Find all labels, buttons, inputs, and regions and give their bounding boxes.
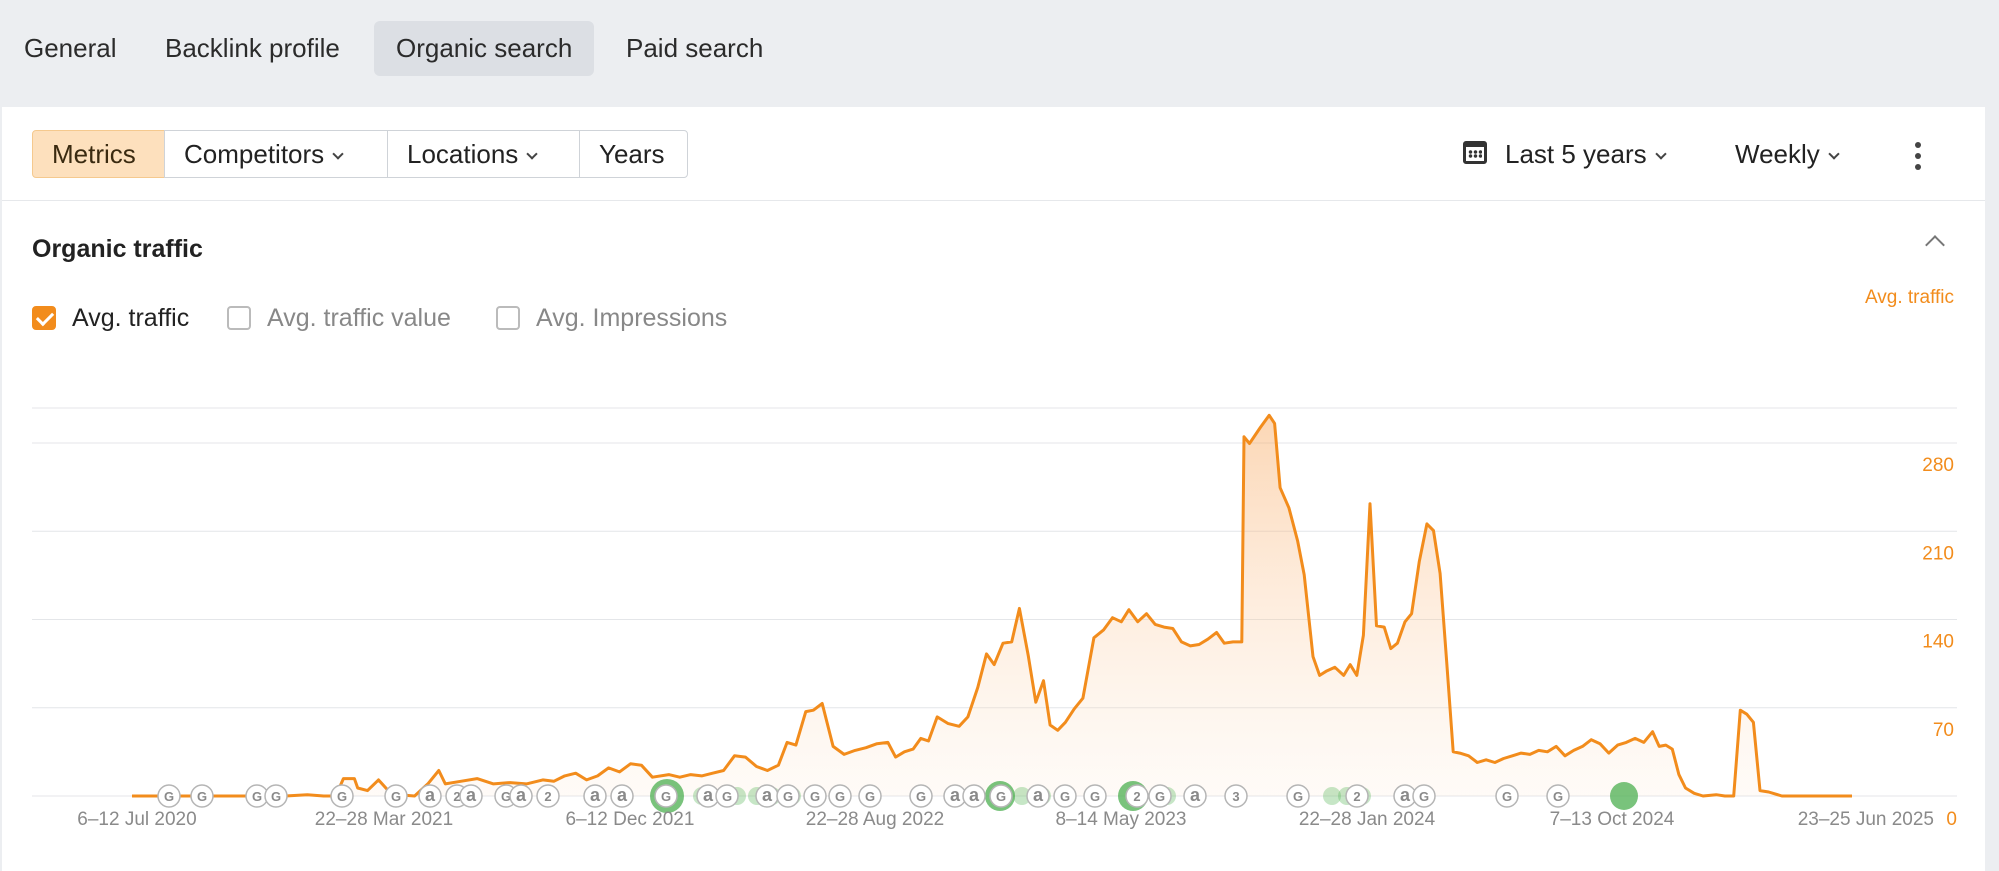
event-marker-label: a xyxy=(1033,785,1044,805)
event-marker-label: G xyxy=(865,789,875,804)
y-axis-series-label: Avg. traffic xyxy=(1865,287,1954,308)
event-marker-label: a xyxy=(590,785,601,805)
event-marker-label: G xyxy=(1090,789,1100,804)
event-marker-label: a xyxy=(762,785,773,805)
event-marker-cluster xyxy=(1610,782,1638,810)
organic-search-panel: Metrics Competitors Locations Years Last… xyxy=(2,107,1985,871)
event-marker-label: 2 xyxy=(1353,789,1360,804)
organic-traffic-chart: GGGGGGa2aGa2aaGaGaGGGGGaaGaGG2Ga3G2aGGG … xyxy=(32,287,1957,830)
tab-backlink-profile[interactable]: Backlink profile xyxy=(143,21,362,76)
traffic-area xyxy=(132,415,1852,796)
event-marker-label: 3 xyxy=(1232,789,1239,804)
event-marker-label: G xyxy=(810,789,820,804)
x-tick-label: 7–13 Oct 2024 xyxy=(1550,809,1675,830)
x-tick-label: 6–12 Jul 2020 xyxy=(77,809,196,830)
event-marker-label: a xyxy=(950,785,961,805)
event-marker-label: G xyxy=(996,789,1006,804)
event-marker-label: G xyxy=(1553,789,1563,804)
y-tick-label: 210 xyxy=(1922,543,1954,564)
event-marker-label: a xyxy=(617,785,628,805)
event-marker-label: G xyxy=(783,789,793,804)
event-marker-label: G xyxy=(1060,789,1070,804)
event-marker-label: a xyxy=(1190,785,1201,805)
y-tick-label: 280 xyxy=(1922,455,1954,476)
event-marker-label: G xyxy=(164,789,174,804)
tab-general[interactable]: General xyxy=(2,21,139,76)
event-marker-label: G xyxy=(252,789,262,804)
event-marker-label: a xyxy=(466,785,477,805)
event-marker-label: a xyxy=(425,785,436,805)
event-marker-label: G xyxy=(916,789,926,804)
tab-organic-search[interactable]: Organic search xyxy=(374,21,595,76)
event-marker-label: G xyxy=(391,789,401,804)
y-tick-label: 70 xyxy=(1933,720,1954,741)
event-marker-label: 2 xyxy=(544,789,551,804)
event-marker-label: a xyxy=(1400,785,1411,805)
x-tick-label: 22–28 Jan 2024 xyxy=(1299,809,1436,830)
event-marker-label: G xyxy=(337,789,347,804)
event-marker-label: G xyxy=(1419,789,1429,804)
x-tick-label: 22–28 Aug 2022 xyxy=(806,809,944,830)
event-marker-label: G xyxy=(661,789,671,804)
event-marker-label: G xyxy=(1293,789,1303,804)
event-marker-label: a xyxy=(969,785,980,805)
event-marker-label: a xyxy=(516,785,527,805)
x-tick-label: 6–12 Dec 2021 xyxy=(566,809,695,830)
y-tick-label: 0 xyxy=(1946,809,1957,830)
y-tick-label: 140 xyxy=(1922,632,1954,653)
event-marker-label: a xyxy=(703,785,714,805)
event-marker-label: G xyxy=(197,789,207,804)
event-marker-label: G xyxy=(835,789,845,804)
event-marker-label: G xyxy=(1155,789,1165,804)
report-tabs: General Backlink profile Organic search … xyxy=(0,0,1999,105)
event-marker-label: 2 xyxy=(1133,789,1140,804)
event-marker-label: G xyxy=(271,789,281,804)
x-tick-label: 22–28 Mar 2021 xyxy=(315,809,453,830)
tab-paid-search[interactable]: Paid search xyxy=(604,21,785,76)
event-marker-label: G xyxy=(722,789,732,804)
x-tick-label: 23–25 Jun 2025 xyxy=(1798,809,1934,830)
event-marker-label: G xyxy=(1502,789,1512,804)
x-tick-label: 8–14 May 2023 xyxy=(1056,809,1187,830)
